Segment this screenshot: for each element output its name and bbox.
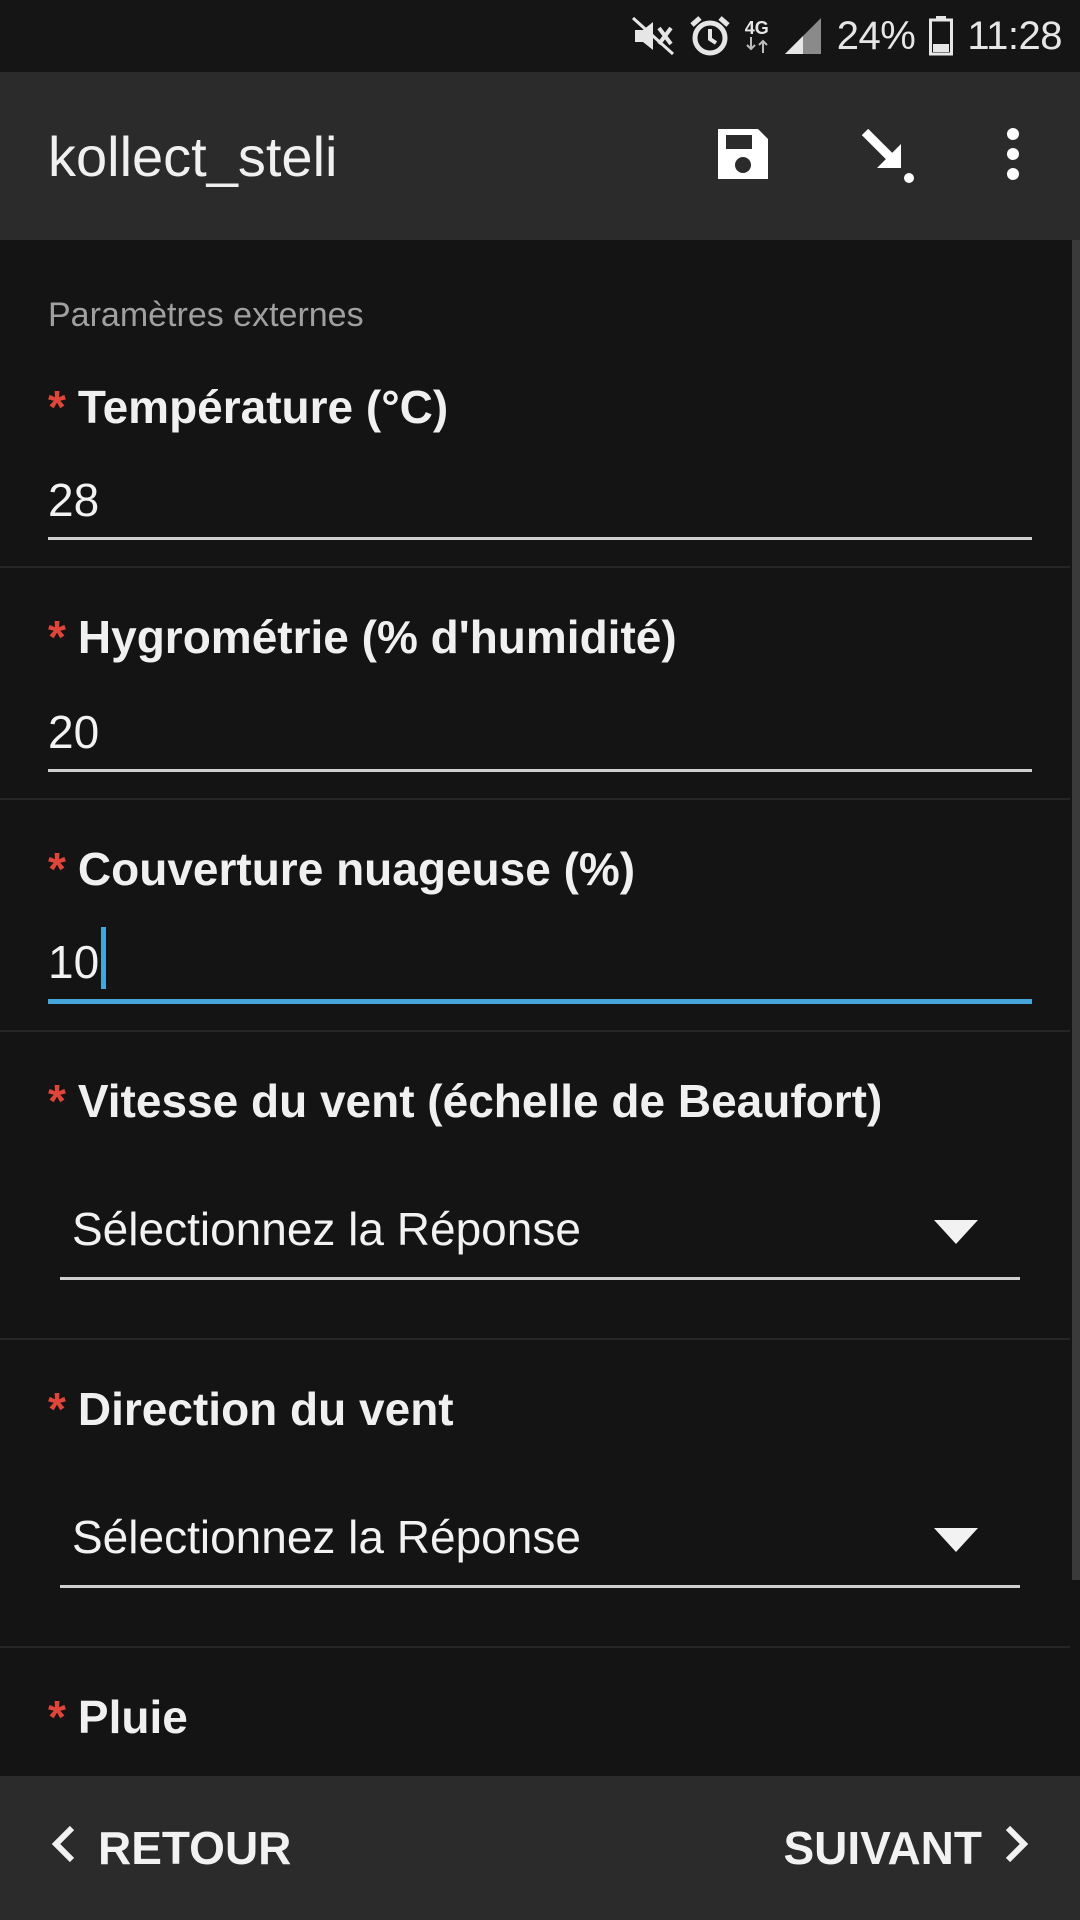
import-button[interactable]: [842, 111, 932, 201]
chevron-left-icon: [48, 1821, 78, 1875]
text-cursor: [101, 927, 107, 989]
next-label: SUIVANT: [783, 1822, 983, 1874]
required-marker: *: [48, 381, 66, 433]
import-icon: [857, 124, 917, 189]
network-icon: 4G: [745, 19, 769, 53]
signal-icon: [783, 16, 823, 56]
question-label: * Pluie: [48, 1691, 188, 1743]
back-button[interactable]: RETOUR: [48, 1821, 291, 1875]
required-marker: *: [48, 843, 66, 895]
next-button[interactable]: SUIVANT: [784, 1821, 1033, 1875]
question-label: * Hygrométrie (% d'humidité): [48, 611, 677, 663]
question-cloud-cover: * Couverture nuageuse (%) 10: [0, 800, 1070, 1032]
bottom-navigation: RETOUR SUIVANT: [0, 1776, 1080, 1920]
question-wind-speed: * Vitesse du vent (échelle de Beaufort) S…: [0, 1032, 1070, 1340]
battery-icon: [929, 16, 954, 56]
question-label: * Couverture nuageuse (%): [48, 843, 636, 895]
mute-icon: [631, 16, 675, 56]
question-wind-direction: * Direction du vent Sélectionnez la Répon…: [0, 1340, 1070, 1648]
hygrometry-input[interactable]: 20: [48, 694, 1032, 772]
back-label: RETOUR: [98, 1822, 292, 1874]
chevron-right-icon: [1002, 1821, 1032, 1875]
more-options-button[interactable]: [968, 111, 1058, 201]
app-title: kollect_steli: [48, 124, 338, 188]
form-content: Paramètres externes * Température (°C) 28…: [0, 240, 1080, 1776]
question-label: * Température (°C): [48, 381, 449, 433]
temperature-input[interactable]: 28: [48, 462, 1032, 540]
save-icon: [714, 125, 772, 188]
save-button[interactable]: [698, 111, 788, 201]
question-label: * Vitesse du vent (échelle de Beaufort): [48, 1075, 883, 1127]
question-label: * Direction du vent: [48, 1383, 454, 1435]
dropdown-arrow-icon: [934, 1220, 978, 1244]
wind-direction-select[interactable]: Sélectionnez la Réponse: [60, 1488, 1020, 1588]
app-bar: kollect_steli: [0, 72, 1080, 240]
required-marker: *: [48, 611, 66, 663]
status-bar: 4G 24% 11:28: [0, 0, 1080, 72]
more-vert-icon: [1003, 126, 1023, 187]
cloud-cover-input[interactable]: 10: [48, 926, 1032, 1004]
battery-percent: 24%: [836, 13, 916, 58]
required-marker: *: [48, 1691, 66, 1743]
wind-speed-select[interactable]: Sélectionnez la Réponse: [60, 1180, 1020, 1280]
question-hygrometry: * Hygrométrie (% d'humidité) 20: [0, 568, 1070, 800]
clock: 11:28: [967, 13, 1062, 58]
question-rain: * Pluie: [0, 1648, 1070, 1776]
required-marker: *: [48, 1383, 66, 1435]
required-marker: *: [48, 1075, 66, 1127]
scrollbar[interactable]: [1072, 240, 1080, 1580]
question-temperature: * Température (°C) 28: [0, 240, 1070, 568]
screen: 4G 24% 11:28 kollect_steli Paramètres ex…: [0, 0, 1080, 1920]
alarm-icon: [689, 15, 731, 57]
dropdown-arrow-icon: [934, 1528, 978, 1552]
